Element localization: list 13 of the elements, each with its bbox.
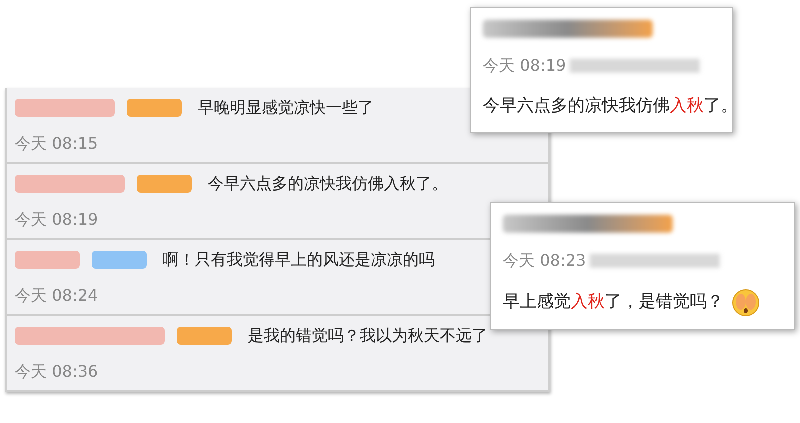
comment-time: 今天 08:19 [483, 55, 566, 77]
blurred-name [15, 251, 80, 269]
comment-text: 今早六点多的凉快我仿佛入秋了。 [483, 95, 738, 118]
comment-time: 今天 08:19 [15, 209, 98, 231]
comment-time: 今天 08:36 [15, 361, 98, 383]
comment-text: 啊！只有我觉得早上的风还是凉凉的吗 [163, 249, 435, 271]
comment-time: 今天 08:15 [15, 133, 98, 155]
comment-time: 今天 08:24 [15, 285, 98, 307]
comment-text: 早晚明显感觉凉快一些了 [198, 97, 374, 119]
comment-time: 今天 08:23 [503, 250, 586, 272]
comment-text: 早上感觉入秋了，是错觉吗？ [503, 291, 724, 314]
comment-text: 今早六点多的凉快我仿佛入秋了。 [208, 173, 448, 195]
comment-text: 是我的错觉吗？我以为秋天不远了 [248, 325, 488, 347]
